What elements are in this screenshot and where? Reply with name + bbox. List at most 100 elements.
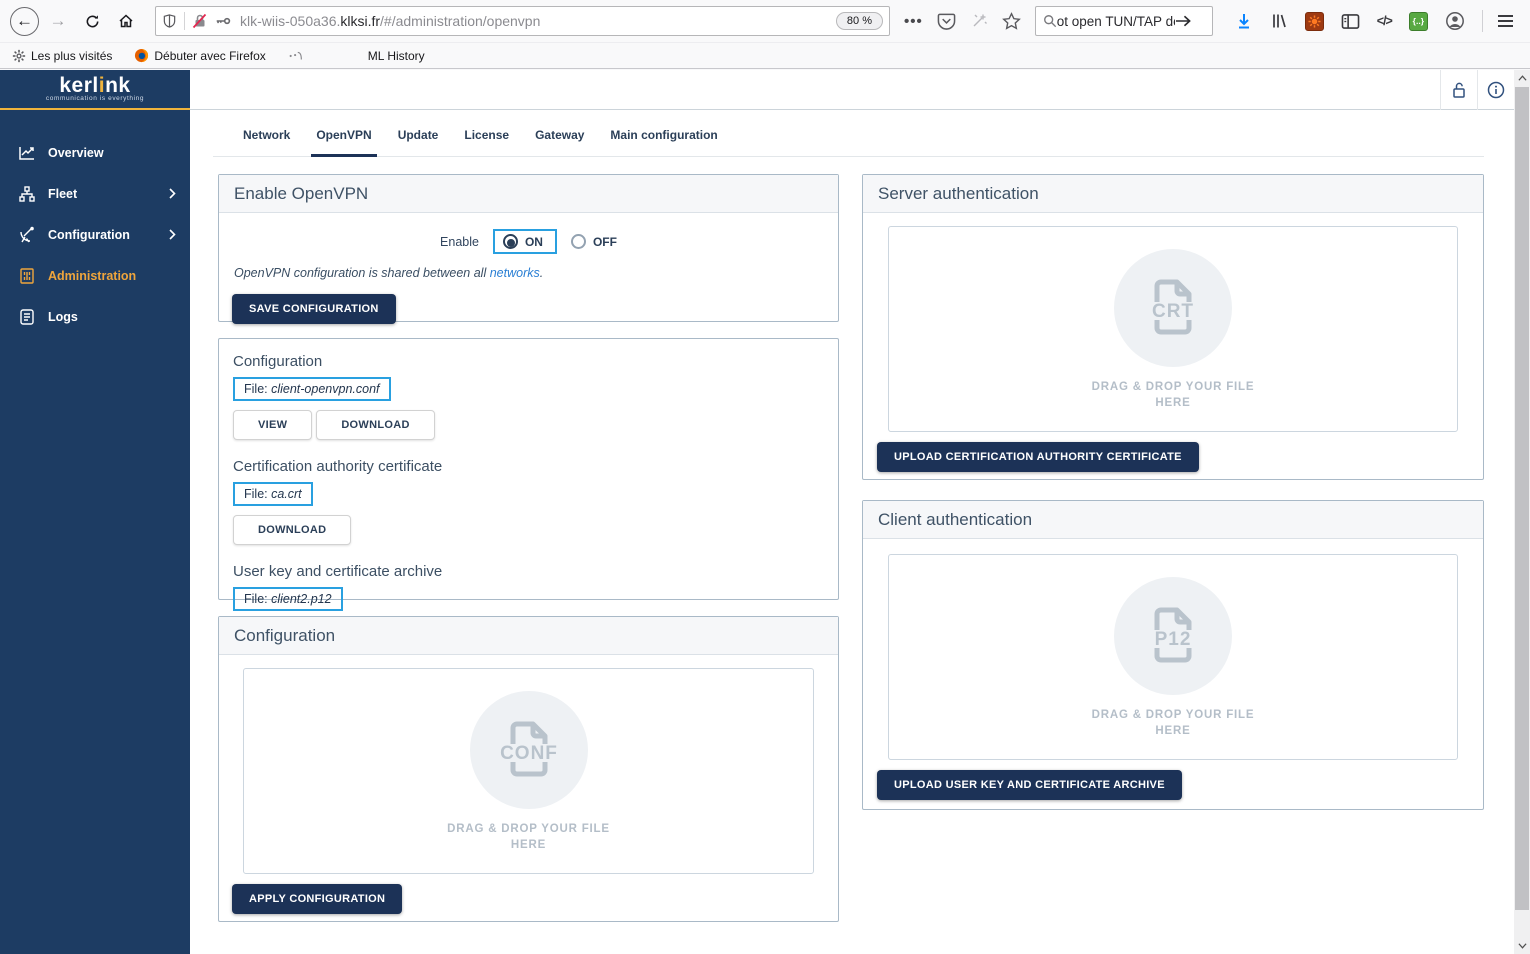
upload-ca-certificate-button[interactable]: UPLOAD CERTIFICATION AUTHORITY CERTIFICA… (877, 442, 1199, 472)
radio-on-label: ON (525, 235, 543, 249)
view-button[interactable]: VIEW (233, 410, 312, 440)
configuration-upload-panel: Configuration CONF DRAG & DROP YOUR FILE… (218, 616, 839, 922)
toolbar-separator (1482, 10, 1483, 32)
radio-off[interactable] (571, 234, 586, 249)
conf-dropzone[interactable]: CONF DRAG & DROP YOUR FILE HERE (243, 668, 814, 874)
networks-link[interactable]: networks (490, 266, 540, 280)
sidebar-menu: Overview Fleet Configuration Administrat… (0, 132, 190, 337)
session-lock-button[interactable] (1440, 70, 1477, 110)
kerlink-logo[interactable]: kerlink communication is everything (0, 70, 190, 110)
scroll-down-arrow[interactable] (1514, 938, 1530, 954)
ca-cert-file-chip[interactable]: File: ca.crt (233, 482, 313, 506)
back-button[interactable]: ← (10, 7, 39, 36)
page-action-icons: ••• (904, 12, 1021, 31)
downloads-icon[interactable] (1235, 12, 1253, 30)
tracking-shield-icon[interactable] (162, 13, 177, 29)
bookmark-most-visited[interactable]: Les plus visités (12, 49, 112, 63)
download-config-button[interactable]: DOWNLOAD (316, 410, 434, 440)
user-key-file-chip[interactable]: File: client2.p12 (233, 587, 343, 611)
reload-button[interactable] (77, 6, 107, 36)
page-actions-menu-icon[interactable]: ••• (904, 13, 923, 30)
enable-label: Enable (440, 235, 479, 249)
account-icon[interactable] (1445, 11, 1465, 31)
tab-license[interactable]: License (451, 128, 522, 156)
doodle-favicon (288, 49, 304, 63)
app-window: kerlink communication is everything Over… (0, 70, 1530, 954)
sidebar-item-label: Configuration (48, 228, 169, 242)
sparkle-wand-icon[interactable] (970, 12, 988, 30)
urlbar-separator (184, 12, 185, 30)
sidebar-item-label: Overview (48, 146, 176, 160)
menu-button[interactable] (1498, 15, 1513, 27)
sidebar-item-label: Logs (48, 310, 176, 324)
scroll-up-arrow[interactable] (1514, 70, 1530, 86)
radio-option-off[interactable]: OFF (571, 234, 617, 249)
ca-cert-section-title: Certification authority certificate (233, 458, 824, 475)
bookmark-doodle[interactable] (288, 49, 304, 63)
sidebar-item-configuration[interactable]: Configuration (0, 214, 190, 255)
scrollbar-thumb[interactable] (1515, 87, 1529, 910)
sidebar-item-administration[interactable]: Administration (0, 255, 190, 296)
upload-user-key-button[interactable]: UPLOAD USER KEY AND CERTIFICATE ARCHIVE (877, 770, 1182, 800)
zoom-level-badge[interactable]: 80 % (836, 12, 883, 30)
bookmark-label: Débuter avec Firefox (154, 49, 265, 63)
dropzone-caption: DRAG & DROP YOUR FILE HERE (889, 707, 1457, 739)
download-ca-cert-button[interactable]: DOWNLOAD (233, 515, 351, 545)
tab-main-configuration[interactable]: Main configuration (597, 128, 730, 156)
bookmark-get-started-firefox[interactable]: Débuter avec Firefox (134, 48, 265, 63)
extension-green-icon[interactable]: {..} (1409, 12, 1428, 31)
library-icon[interactable] (1270, 12, 1288, 30)
config-file-name: client-openvpn.conf (271, 382, 379, 396)
dropzone-caption: DRAG & DROP YOUR FILE HERE (889, 379, 1457, 411)
conf-file-icon-circle: CONF (470, 691, 588, 809)
line-chart-icon (18, 144, 36, 162)
ca-cert-actions: DOWNLOAD (233, 515, 824, 545)
search-input[interactable] (1057, 14, 1175, 29)
bookmark-label: ML History (368, 49, 425, 63)
bookmark-star-icon[interactable] (1002, 12, 1021, 31)
configuration-files-panel: Configuration File: client-openvpn.conf … (218, 338, 839, 600)
toolbar-extension-icons: </> {..} (1235, 11, 1465, 31)
extension-orange-icon[interactable] (1305, 12, 1324, 31)
unlock-icon (1451, 81, 1467, 99)
sidebar-item-logs[interactable]: Logs (0, 296, 190, 337)
apply-configuration-button[interactable]: APPLY CONFIGURATION (232, 884, 402, 914)
bookmark-ml-history[interactable]: ML History (368, 49, 425, 63)
crt-file-icon-circle: CRT (1114, 249, 1232, 367)
info-icon (1487, 81, 1505, 99)
url-bar[interactable]: klk-wiis-050a36.klksi.fr/#/administratio… (155, 6, 890, 36)
save-configuration-button[interactable]: SAVE CONFIGURATION (232, 294, 396, 324)
shared-networks-note: OpenVPN configuration is shared between … (234, 266, 823, 280)
logo-tagline: communication is everything (46, 95, 144, 102)
url-text[interactable]: klk-wiis-050a36.klksi.fr/#/administratio… (240, 13, 828, 29)
crt-dropzone[interactable]: CRT DRAG & DROP YOUR FILE HERE (888, 226, 1458, 432)
tab-gateway[interactable]: Gateway (522, 128, 597, 156)
sidebar-item-overview[interactable]: Overview (0, 132, 190, 173)
sidebar-item-fleet[interactable]: Fleet (0, 173, 190, 214)
page-scrollbar[interactable] (1514, 70, 1530, 954)
config-file-chip[interactable]: File: client-openvpn.conf (233, 377, 391, 401)
tab-update[interactable]: Update (385, 128, 452, 156)
tab-network[interactable]: Network (230, 128, 303, 156)
sidebar-toggle-icon[interactable] (1341, 13, 1360, 30)
pocket-icon[interactable] (937, 12, 956, 30)
enable-radio-row: Enable ON OFF (219, 229, 838, 254)
sidebar-item-label: Fleet (48, 187, 169, 201)
user-key-file-name: client2.p12 (271, 592, 331, 606)
tab-openvpn[interactable]: OpenVPN (303, 128, 384, 156)
radio-on[interactable] (503, 234, 518, 249)
panel-title: Client authentication (863, 501, 1483, 539)
p12-dropzone[interactable]: P12 DRAG & DROP YOUR FILE HERE (888, 554, 1458, 760)
user-key-section-title: User key and certificate archive (233, 563, 824, 580)
search-bar[interactable] (1035, 6, 1213, 36)
radio-option-on[interactable]: ON (493, 229, 557, 254)
key-icon[interactable] (214, 13, 232, 29)
home-button[interactable] (111, 6, 141, 36)
insecure-lock-icon[interactable] (192, 13, 208, 29)
config-file-actions: VIEW DOWNLOAD (233, 410, 824, 440)
search-go-arrow-icon[interactable] (1175, 14, 1192, 28)
code-tools-icon[interactable]: </> (1377, 14, 1392, 28)
search-icon (1043, 14, 1057, 28)
info-button[interactable] (1477, 70, 1514, 110)
forward-button[interactable]: → (43, 6, 73, 36)
